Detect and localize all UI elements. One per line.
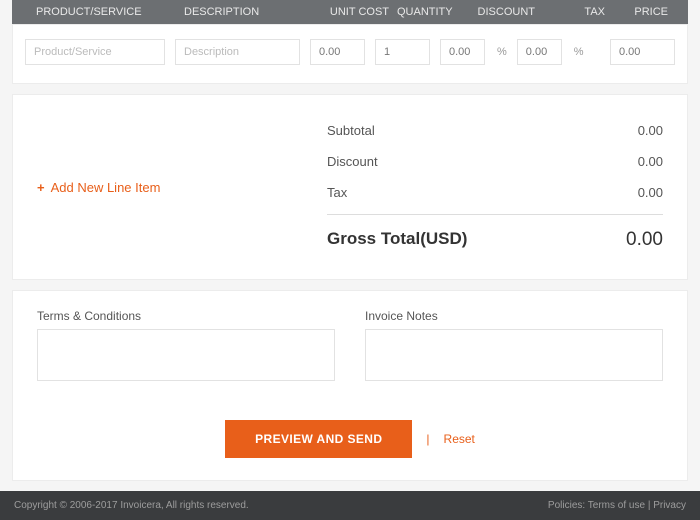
line-item-row-card: % %	[12, 24, 688, 84]
discount-input[interactable]	[440, 39, 485, 65]
policies-label: Policies:	[548, 500, 585, 511]
terms-of-use-link[interactable]: Terms of use	[588, 500, 645, 511]
preview-and-send-button[interactable]: PREVIEW AND SEND	[225, 420, 412, 458]
tax-total-value: 0.00	[638, 185, 663, 200]
subtotal-label: Subtotal	[327, 123, 375, 138]
header-discount: DISCOUNT	[465, 6, 535, 18]
add-line-item-label: Add New Line Item	[51, 180, 161, 195]
price-input[interactable]	[610, 39, 675, 65]
discount-pct-label: %	[497, 46, 507, 58]
tax-input[interactable]	[517, 39, 562, 65]
header-tax: TAX	[543, 6, 605, 18]
discount-total-value: 0.00	[638, 154, 663, 169]
invoice-notes-textarea[interactable]	[365, 329, 663, 381]
discount-total-label: Discount	[327, 154, 378, 169]
reset-link[interactable]: Reset	[444, 432, 475, 446]
gross-total-label: Gross Total(USD)	[327, 229, 467, 251]
add-line-item-link[interactable]: + Add New Line Item	[37, 115, 327, 259]
quantity-input[interactable]	[375, 39, 430, 65]
subtotal-value: 0.00	[638, 123, 663, 138]
description-input[interactable]	[175, 39, 300, 65]
gross-total-value: 0.00	[626, 229, 663, 251]
page-footer: Copyright © 2006-2017 Invoicera, All rig…	[0, 491, 700, 520]
plus-icon: +	[37, 180, 45, 195]
product-input[interactable]	[25, 39, 165, 65]
terms-label: Terms & Conditions	[37, 309, 335, 323]
header-unit-cost: UNIT COST	[317, 6, 389, 18]
tax-total-label: Tax	[327, 185, 347, 200]
unit-cost-input[interactable]	[310, 39, 365, 65]
totals-card: + Add New Line Item Subtotal 0.00 Discou…	[12, 94, 688, 280]
copyright-text: Copyright © 2006-2017 Invoicera, All rig…	[14, 500, 249, 511]
notes-card: Terms & Conditions Invoice Notes PREVIEW…	[12, 290, 688, 481]
actions-divider: |	[426, 432, 429, 446]
line-items-header: PRODUCT/SERVICE DESCRIPTION UNIT COST QU…	[12, 0, 688, 24]
privacy-link[interactable]: Privacy	[653, 500, 686, 511]
tax-pct-label: %	[574, 46, 584, 58]
header-price: PRICE	[613, 6, 676, 18]
header-quantity: QUANTITY	[397, 6, 457, 18]
invoice-notes-label: Invoice Notes	[365, 309, 663, 323]
header-product: PRODUCT/SERVICE	[36, 6, 176, 18]
header-description: DESCRIPTION	[184, 6, 309, 18]
terms-textarea[interactable]	[37, 329, 335, 381]
